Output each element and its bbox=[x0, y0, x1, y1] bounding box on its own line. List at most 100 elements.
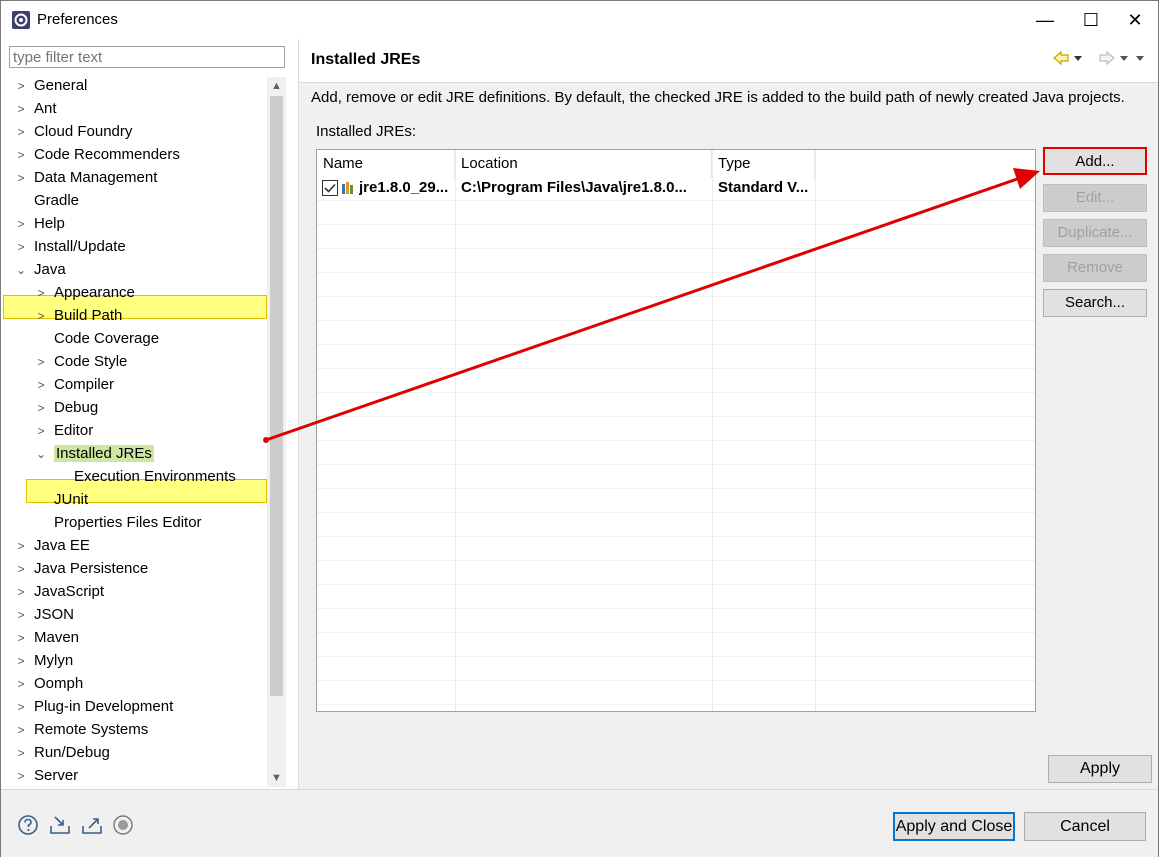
column-header-location[interactable]: Location bbox=[455, 150, 712, 178]
chevron-right-icon: > bbox=[37, 355, 45, 369]
tree-item-ant[interactable]: > Ant bbox=[15, 98, 56, 120]
table-row[interactable]: jre1.8.0_29... C:\Program Files\Java\jre… bbox=[317, 176, 1035, 201]
tree-item-plugin-development[interactable]: > Plug-in Development bbox=[15, 696, 173, 718]
window-title: Preferences bbox=[37, 11, 118, 28]
tree-item-installed-jres[interactable]: ⌄ Installed JREs bbox=[35, 443, 154, 465]
tree-item-appearance[interactable]: > Appearance bbox=[35, 282, 134, 304]
remove-button[interactable]: Remove bbox=[1043, 254, 1147, 282]
apply-and-close-button[interactable]: Apply and Close bbox=[893, 812, 1015, 841]
jre-name: jre1.8.0_29... bbox=[359, 179, 449, 196]
jre-table: Name Location Type jre1.8.0_29... C:\Pro… bbox=[316, 149, 1036, 712]
cancel-button[interactable]: Cancel bbox=[1024, 812, 1146, 841]
minimize-button[interactable]: — bbox=[1022, 1, 1068, 39]
chevron-down-icon: ⌄ bbox=[15, 263, 27, 277]
chevron-right-icon: > bbox=[17, 746, 25, 760]
scrollbar-thumb[interactable] bbox=[270, 96, 283, 696]
column-header-name[interactable]: Name bbox=[317, 150, 455, 178]
import-icon[interactable] bbox=[49, 814, 71, 836]
chevron-right-icon: > bbox=[17, 539, 25, 553]
page-description: Add, remove or edit JRE definitions. By … bbox=[311, 89, 1125, 106]
add-button[interactable]: Add... bbox=[1043, 147, 1147, 175]
tree-item-remote-systems[interactable]: > Remote Systems bbox=[15, 719, 148, 741]
chevron-right-icon: > bbox=[17, 700, 25, 714]
tree-scrollbar[interactable]: ▲ ▼ bbox=[267, 77, 286, 787]
chevron-right-icon: > bbox=[17, 585, 25, 599]
chevron-down-icon: ⌄ bbox=[35, 447, 47, 461]
page-header: Installed JREs bbox=[299, 39, 1158, 83]
chevron-right-icon: > bbox=[17, 240, 25, 254]
chevron-right-icon: > bbox=[17, 631, 25, 645]
back-dropdown-icon[interactable] bbox=[1074, 56, 1082, 61]
chevron-right-icon: > bbox=[17, 217, 25, 231]
oomph-record-icon[interactable] bbox=[112, 814, 134, 836]
tree-item-execution-environments[interactable]: Execution Environments bbox=[74, 466, 236, 488]
filter-input[interactable] bbox=[9, 46, 285, 68]
tree-item-code-style[interactable]: > Code Style bbox=[35, 351, 127, 373]
close-icon: ✕ bbox=[1127, 9, 1143, 30]
preference-page: Installed JREs Add, remove or edit JRE d… bbox=[299, 39, 1158, 789]
chevron-right-icon: > bbox=[17, 79, 25, 93]
tree-item-oomph[interactable]: > Oomph bbox=[15, 673, 83, 695]
chevron-right-icon: > bbox=[17, 171, 25, 185]
close-button[interactable]: ✕ bbox=[1112, 1, 1158, 39]
scroll-up-icon[interactable]: ▲ bbox=[267, 77, 286, 95]
tree-item-code-coverage[interactable]: Code Coverage bbox=[54, 328, 159, 350]
chevron-right-icon: > bbox=[17, 677, 25, 691]
tree-item-debug[interactable]: > Debug bbox=[35, 397, 98, 419]
column-header-type[interactable]: Type bbox=[712, 150, 815, 178]
chevron-right-icon: > bbox=[37, 286, 45, 300]
chevron-right-icon: > bbox=[17, 125, 25, 139]
edit-button[interactable]: Edit... bbox=[1043, 184, 1147, 212]
tree-item-server[interactable]: > Server bbox=[15, 765, 78, 787]
tree-item-mylyn[interactable]: > Mylyn bbox=[15, 650, 73, 672]
chevron-right-icon: > bbox=[17, 769, 25, 783]
search-button[interactable]: Search... bbox=[1043, 289, 1147, 317]
tree-item-gradle[interactable]: Gradle bbox=[34, 190, 79, 212]
dialog-footer: Apply and Close Cancel bbox=[1, 789, 1158, 857]
eclipse-icon bbox=[12, 11, 30, 29]
jre-library-icon bbox=[342, 182, 353, 194]
export-icon[interactable] bbox=[81, 814, 103, 836]
preference-tree-panel: >General >Ant >Cloud Foundry >Code Recom… bbox=[1, 39, 299, 789]
maximize-button[interactable]: ☐ bbox=[1068, 1, 1114, 39]
tree-item-run-debug[interactable]: > Run/Debug bbox=[15, 742, 109, 764]
preference-tree: > General > Ant > Cloud Foundry > Code Recom… bbox=[1, 75, 267, 789]
history-nav bbox=[1053, 50, 1144, 66]
tree-item-properties-files-editor[interactable]: Properties Files Editor bbox=[54, 512, 202, 534]
tree-item-build-path[interactable]: > Build Path bbox=[35, 305, 122, 327]
tree-item-code-recommenders[interactable]: > Code Recommenders bbox=[15, 144, 179, 166]
minimize-icon: — bbox=[1036, 9, 1054, 30]
apply-button[interactable]: Apply bbox=[1048, 755, 1152, 783]
tree-item-java-ee[interactable]: > Java EE bbox=[15, 535, 89, 557]
installed-jres-label: Installed JREs: bbox=[316, 123, 417, 140]
tree-item-general[interactable]: > General bbox=[15, 75, 87, 97]
tree-item-data-management[interactable]: > Data Management bbox=[15, 167, 157, 189]
jre-location: C:\Program Files\Java\jre1.8.0... bbox=[461, 179, 687, 196]
duplicate-button[interactable]: Duplicate... bbox=[1043, 219, 1147, 247]
back-icon[interactable] bbox=[1053, 50, 1069, 66]
tree-item-help[interactable]: > Help bbox=[15, 213, 64, 235]
tree-item-junit[interactable]: JUnit bbox=[54, 489, 88, 511]
tree-item-maven[interactable]: > Maven bbox=[15, 627, 79, 649]
tree-item-java[interactable]: ⌄ Java bbox=[15, 259, 66, 281]
tree-item-compiler[interactable]: > Compiler bbox=[35, 374, 114, 396]
tree-item-editor[interactable]: > Editor bbox=[35, 420, 93, 442]
forward-icon[interactable] bbox=[1099, 50, 1115, 66]
chevron-right-icon: > bbox=[17, 654, 25, 668]
tree-item-java-persistence[interactable]: > Java Persistence bbox=[15, 558, 148, 580]
checkbox-checked-icon[interactable] bbox=[322, 180, 338, 196]
scroll-down-icon[interactable]: ▼ bbox=[267, 769, 286, 787]
tree-item-json[interactable]: > JSON bbox=[15, 604, 74, 626]
page-title: Installed JREs bbox=[311, 51, 421, 68]
title-bar: Preferences — ☐ ✕ bbox=[1, 1, 1158, 39]
tree-item-cloud-foundry[interactable]: > Cloud Foundry bbox=[15, 121, 132, 143]
table-header: Name Location Type bbox=[317, 150, 1035, 178]
chevron-right-icon: > bbox=[17, 148, 25, 162]
preferences-window: Preferences — ☐ ✕ >General >Ant >Cloud F… bbox=[0, 0, 1159, 857]
tree-item-javascript[interactable]: > JavaScript bbox=[15, 581, 104, 603]
forward-dropdown-icon[interactable] bbox=[1120, 56, 1128, 61]
help-icon[interactable] bbox=[17, 814, 39, 836]
chevron-right-icon: > bbox=[37, 424, 45, 438]
tree-item-install-update[interactable]: > Install/Update bbox=[15, 236, 125, 258]
menu-dropdown-icon[interactable] bbox=[1136, 56, 1144, 61]
